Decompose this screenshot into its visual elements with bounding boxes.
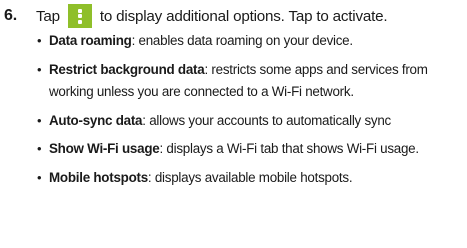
option-description: enables data roaming on your device.	[135, 33, 354, 48]
menu-dot	[77, 8, 82, 13]
option-item-show-wifi-usage: Show Wi-Fi usage: displays a Wi-Fi tab t…	[37, 138, 464, 161]
option-item-auto-sync-data: Auto-sync data: allows your accounts to …	[37, 110, 464, 133]
menu-dot	[77, 14, 82, 18]
instruction-step: 6. Tap to display additional options. Ta…	[4, 4, 464, 195]
step-text-before-icon: Tap	[36, 7, 60, 25]
step-number: 6.	[4, 7, 17, 24]
option-item-mobile-hotspots: Mobile hotspots: displays available mobi…	[37, 167, 464, 190]
option-term: Data roaming	[49, 33, 132, 48]
options-list: Data roaming: enables data roaming on yo…	[4, 30, 464, 189]
option-description: allows your accounts to automatically sy…	[145, 112, 391, 128]
option-description: displays a Wi-Fi tab that shows Wi-Fi us…	[162, 141, 419, 156]
option-term: Restrict background data	[49, 61, 205, 77]
option-term: Mobile hotspots	[49, 169, 148, 185]
option-item-restrict-background-data: Restrict background data: restricts some…	[37, 59, 464, 104]
menu-dot	[77, 19, 82, 24]
option-item-data-roaming: Data roaming: enables data roaming on yo…	[37, 30, 464, 53]
step-text-after-icon: to display additional options. Tap to ac…	[99, 7, 388, 25]
option-term: Show Wi-Fi usage	[49, 141, 160, 156]
option-term: Auto-sync data	[49, 112, 143, 128]
more-options-icon	[67, 4, 92, 28]
step-line: 6. Tap to display additional options. Ta…	[4, 4, 464, 28]
option-description: displays available mobile hotspots.	[151, 169, 353, 185]
